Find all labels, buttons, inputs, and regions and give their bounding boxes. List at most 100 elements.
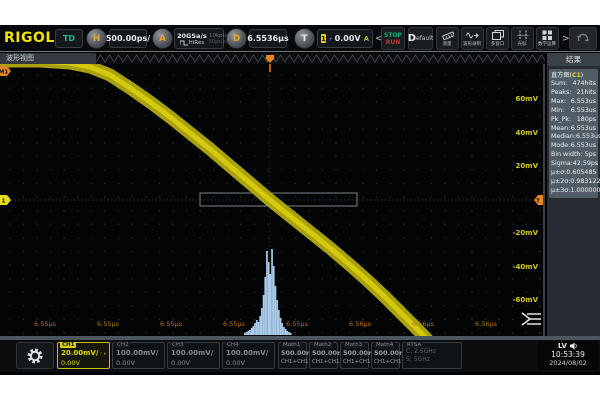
delay-knob[interactable]: D (226, 28, 247, 49)
result-row: Bin width:5ps (551, 151, 596, 160)
multi-window-button[interactable]: 多窗口 (486, 27, 509, 50)
lock-icon (104, 350, 106, 357)
histogram-results-block[interactable]: 直方图(C1) Sum:474hits Peaks:21hits Max:6.5… (549, 69, 598, 198)
histogram-bar (270, 274, 272, 335)
horizontal-position-ruler (96, 53, 545, 64)
default-button[interactable]: Default (408, 27, 433, 50)
time-axis-label: 6.55µs (217, 320, 251, 328)
math-box-math1[interactable]: Math1 500.00mV/ CH1+CH1 (278, 342, 307, 369)
trigger-source-badge: 1 (321, 34, 326, 43)
math-box-math4[interactable]: Math4 500.00mV/ CH1+CH1 (371, 342, 400, 369)
acquisition-mode-badge[interactable]: TD (55, 29, 83, 48)
square-wave-icon (180, 40, 188, 46)
memory-depth: 10kpts (209, 33, 228, 39)
histogram-bar (288, 332, 290, 335)
histogram-bar (273, 266, 275, 335)
waveform-record-icon (466, 30, 479, 41)
histogram-bar (271, 249, 273, 335)
acq-mode-label: HiRes (189, 40, 205, 46)
horizontal-knob[interactable]: H (86, 28, 107, 49)
histogram-results-title: 直方图(C1) (551, 71, 594, 80)
dc-coupling-icon (215, 350, 216, 356)
histogram-bar (256, 320, 258, 335)
acquire-knob[interactable]: A (152, 28, 173, 49)
sample-rate-box[interactable]: 20GSa/s HiRes 10kpts 50ps/pt (174, 28, 224, 49)
menu-chevron-icon[interactable] (522, 313, 541, 325)
math-operation-button[interactable]: 数学运算 (536, 27, 559, 50)
time-axis-label: 6.55µs (154, 320, 188, 328)
grid-icon (542, 30, 553, 41)
time-axis-label: 6.55µs (280, 320, 314, 328)
time-axis-label: 6.55µs (28, 320, 62, 328)
trigger-knob[interactable]: T (294, 28, 315, 49)
histogram-bar (268, 262, 270, 335)
settings-button[interactable] (16, 342, 54, 369)
refresh-button[interactable] (569, 27, 597, 50)
dc-coupling-icon (160, 350, 161, 356)
volt-axis-label: 40mV (516, 129, 538, 137)
oscilloscope-screen: RIGOL TD H 500.00ps/ A 20GSa/s HiRes 10k… (0, 25, 600, 375)
histogram-bar (251, 328, 253, 335)
math-box-math2[interactable]: Math2 500.00mV/ CH1+CH1 (309, 342, 338, 369)
result-row: Max:6.553us (551, 98, 596, 107)
ch1-trace-band (0, 64, 433, 336)
histogram-bar (249, 330, 251, 335)
waveform-record-button[interactable]: 波形录制 (461, 27, 484, 50)
view-tab-row: 波形视图 (0, 53, 545, 64)
volt-axis-label: 20mV (516, 162, 538, 170)
speaker-icon (570, 342, 578, 350)
volt-axis-label: -60mV (513, 296, 538, 304)
circular-arrows-icon (576, 32, 590, 45)
delay-readout[interactable]: 6.5536µs (249, 29, 287, 48)
dc-coupling-icon (100, 350, 102, 356)
histogram-bar (254, 323, 256, 335)
sample-interval: 50ps/pt (209, 39, 228, 45)
histogram-bar (246, 332, 248, 335)
trigger-readout[interactable]: 1 0.00V A (317, 29, 373, 48)
histogram-bar (247, 331, 249, 335)
waveform-canvas[interactable]: M11T 6.55µs 6.55µs 6.55µs 6.55µs 6.55µs … (0, 64, 545, 336)
results-panel: 结果 直方图(C1) Sum:474hits Peaks:21hits Max:… (547, 53, 600, 336)
channel-box-ch4[interactable]: CH4 100.00mV/ 0.00V (222, 342, 275, 369)
result-row: Sigma:42.59ps (551, 160, 596, 169)
timebase-readout[interactable]: 500.00ps/ (109, 29, 147, 48)
rtsa-box[interactable]: RTSA C: 2.5GHz S: 5GHz (402, 342, 462, 369)
time-axis-label: 6.56µs (343, 320, 377, 328)
cursor-button[interactable]: 光标 (511, 27, 534, 50)
result-row: Min:6.553us (551, 107, 596, 116)
waveform-view-tab[interactable]: 波形视图 (0, 53, 96, 64)
result-row: Mean:6.553us (551, 125, 596, 134)
result-row: Sum:474hits (551, 80, 596, 89)
volt-axis-label: 60mV (516, 95, 538, 103)
rising-edge-icon (329, 34, 332, 44)
math-box-math3[interactable]: Math3 500.00mV/ CH1+CH1 (340, 342, 369, 369)
histogram-bar (258, 322, 260, 335)
volt-axis-label: -20mV (513, 229, 538, 237)
histogram-bar (244, 333, 246, 335)
clock-box[interactable]: LV 10:53:39 2024/08/02 (538, 341, 598, 370)
result-row: Median:6.553us (551, 133, 596, 142)
system-date: 2024/08/02 (538, 359, 598, 367)
time-axis-label: 6.56µs (469, 320, 503, 328)
ch1-trace (0, 64, 433, 336)
trigger-sweep-mode: A (364, 35, 369, 43)
ch1-offset-marker-label: 1 (2, 198, 6, 204)
channel-box-ch3[interactable]: CH3 100.00mV/ 0.00V (167, 342, 220, 369)
channel-bar: CH1 20.00mV/ 0.00V CH2 100.00mV/ 0.00V C… (0, 340, 600, 372)
histogram-bar (259, 316, 261, 335)
histogram-bar (261, 308, 263, 335)
stop-run-button[interactable]: STOP RUN (381, 27, 405, 50)
histogram-bar (290, 333, 292, 335)
cursor-icon (517, 30, 529, 41)
gear-icon (26, 347, 44, 365)
channel-box-ch2[interactable]: CH2 100.00mV/ 0.00V (112, 342, 165, 369)
histogram-bar (266, 251, 268, 335)
result-row: µ±3σ:1.000000 (551, 187, 596, 196)
measure-button[interactable]: 测量 (436, 27, 459, 50)
dc-coupling-icon (270, 350, 271, 356)
result-row: Peaks:21hits (551, 89, 596, 98)
result-row: µ±σ:0.605485 (551, 169, 596, 178)
channel-box-ch1[interactable]: CH1 20.00mV/ 0.00V (57, 342, 110, 369)
lan-status-badge: LV (558, 342, 567, 350)
system-time: 10:53:39 (538, 350, 598, 359)
